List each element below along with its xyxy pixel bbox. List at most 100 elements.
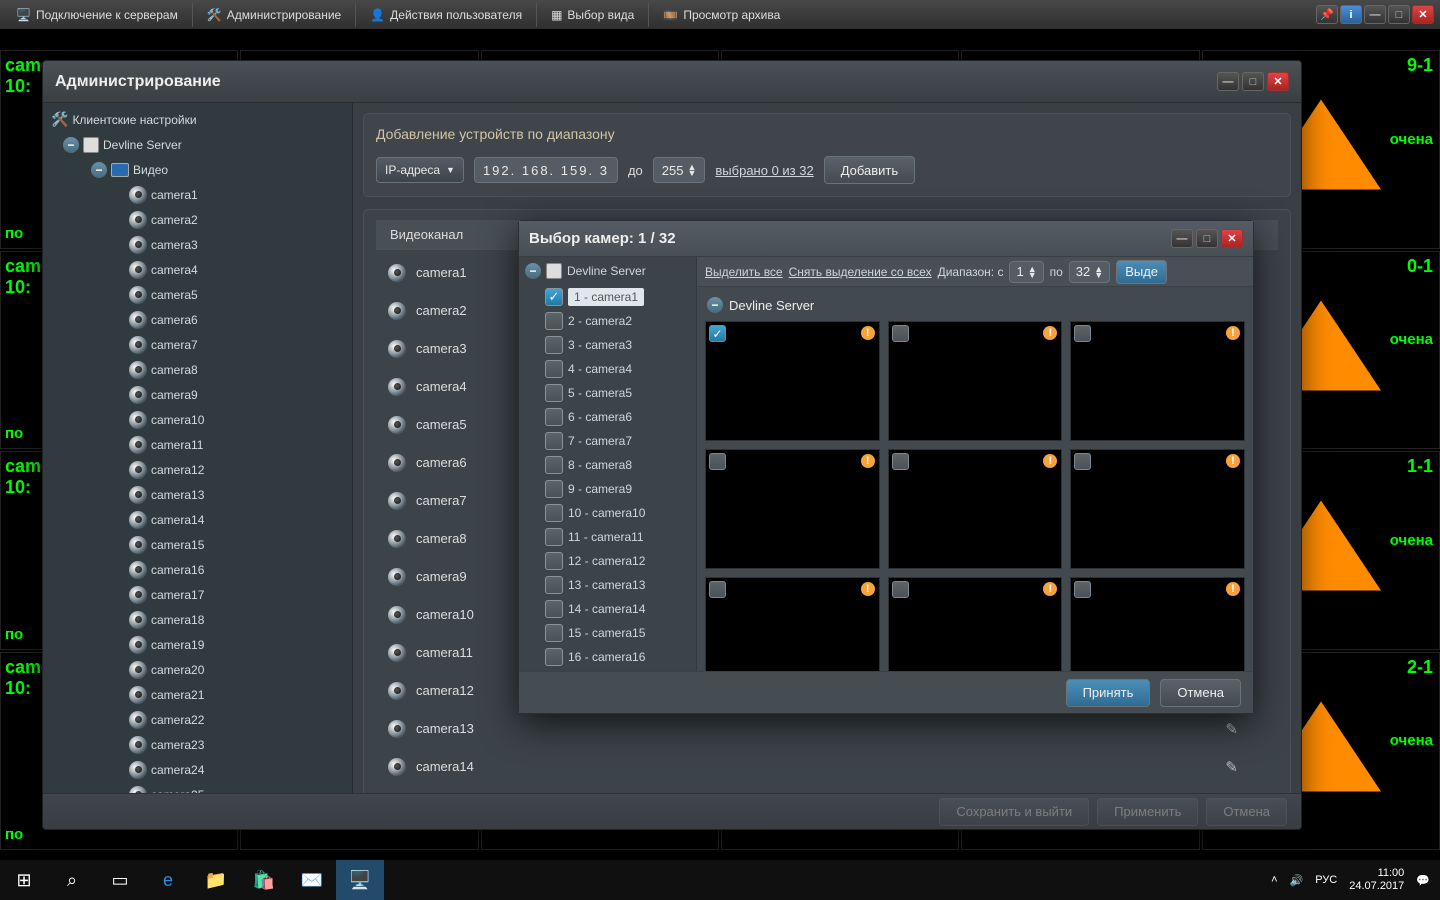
checkbox[interactable] bbox=[545, 360, 563, 378]
checkbox[interactable] bbox=[545, 624, 563, 642]
tree-camera-item[interactable]: camera4 bbox=[43, 257, 352, 282]
add-button[interactable]: Добавить bbox=[824, 156, 915, 184]
dialog-minimize[interactable]: — bbox=[1171, 229, 1193, 248]
preview-checkbox[interactable] bbox=[709, 453, 726, 470]
tree-camera-item[interactable]: camera22 bbox=[43, 707, 352, 732]
admin-close[interactable]: ✕ bbox=[1267, 72, 1289, 91]
clock[interactable]: 11:0024.07.2017 bbox=[1349, 867, 1404, 893]
menu-admin[interactable]: 🛠️Администрирование bbox=[197, 2, 351, 28]
camera-checkbox-row[interactable]: 4 - camera4 bbox=[519, 357, 696, 381]
ip-to-spinner[interactable]: 255▲▼ bbox=[653, 157, 706, 183]
camera-preview[interactable]: ! bbox=[888, 449, 1063, 569]
checkbox[interactable] bbox=[545, 576, 563, 594]
preview-server-header[interactable]: −Devline Server bbox=[707, 297, 1245, 313]
range-from-spinner[interactable]: 1▲▼ bbox=[1009, 261, 1043, 283]
tree-camera-item[interactable]: camera14 bbox=[43, 507, 352, 532]
checkbox[interactable] bbox=[545, 480, 563, 498]
preview-checkbox[interactable] bbox=[892, 581, 909, 598]
notifications-icon[interactable]: 💬 bbox=[1416, 874, 1430, 887]
preview-checkbox[interactable] bbox=[1074, 581, 1091, 598]
tree-video[interactable]: −Видео bbox=[43, 157, 352, 182]
camera-checkbox-row[interactable]: 2 - camera2 bbox=[519, 309, 696, 333]
camera-checkbox-row[interactable]: 14 - camera14 bbox=[519, 597, 696, 621]
tray-expand-icon[interactable]: ˄ bbox=[1271, 874, 1277, 886]
maximize-button[interactable]: □ bbox=[1388, 5, 1410, 24]
checkbox[interactable] bbox=[545, 504, 563, 522]
search-button[interactable]: ⌕ bbox=[48, 860, 96, 900]
tree-camera-item[interactable]: camera10 bbox=[43, 407, 352, 432]
tree-camera-item[interactable]: camera8 bbox=[43, 357, 352, 382]
cancel-button[interactable]: Отмена bbox=[1160, 679, 1241, 707]
tree-camera-item[interactable]: camera5 bbox=[43, 282, 352, 307]
tree-camera-item[interactable]: camera12 bbox=[43, 457, 352, 482]
camera-checkbox-row[interactable]: 3 - camera3 bbox=[519, 333, 696, 357]
preview-checkbox[interactable]: ✓ bbox=[709, 325, 726, 342]
checkbox[interactable]: ✓ bbox=[545, 288, 563, 306]
address-mode-dropdown[interactable]: IP-адреса▼ bbox=[376, 157, 464, 183]
menu-archive[interactable]: 🎞️Просмотр архива bbox=[653, 2, 790, 28]
pin-button[interactable]: 📌 bbox=[1316, 5, 1338, 24]
channel-row[interactable]: camera13✎ bbox=[376, 710, 1278, 748]
checkbox[interactable] bbox=[545, 552, 563, 570]
admin-minimize[interactable]: — bbox=[1217, 72, 1239, 91]
camera-checkbox-row[interactable]: 6 - camera6 bbox=[519, 405, 696, 429]
checkbox[interactable] bbox=[545, 384, 563, 402]
mail-icon[interactable]: ✉️ bbox=[288, 860, 336, 900]
camera-preview[interactable]: ! bbox=[1070, 321, 1245, 441]
pencil-icon[interactable]: ✎ bbox=[1225, 720, 1238, 738]
taskview-button[interactable]: ▭ bbox=[96, 860, 144, 900]
tree-camera-item[interactable]: camera15 bbox=[43, 532, 352, 557]
camera-checkbox-row[interactable]: 15 - camera15 bbox=[519, 621, 696, 645]
preview-checkbox[interactable] bbox=[709, 581, 726, 598]
menu-connect[interactable]: 🖥️Подключение к серверам bbox=[6, 2, 188, 28]
app-taskbar-icon[interactable]: 🖥️ bbox=[336, 860, 384, 900]
select-all-link[interactable]: Выделить все bbox=[705, 265, 783, 279]
tree-camera-item[interactable]: camera21 bbox=[43, 682, 352, 707]
menu-user-actions[interactable]: 👤Действия пользователя bbox=[360, 2, 532, 28]
camera-checkbox-row[interactable]: 10 - camera10 bbox=[519, 501, 696, 525]
checkbox[interactable] bbox=[545, 648, 563, 666]
save-exit-button[interactable]: Сохранить и выйти bbox=[939, 798, 1089, 826]
select-range-button[interactable]: Выде bbox=[1116, 260, 1167, 284]
tree-server[interactable]: −Devline Server bbox=[43, 132, 352, 157]
selected-count-link[interactable]: выбрано 0 из 32 bbox=[715, 163, 813, 178]
collapse-icon[interactable]: − bbox=[707, 297, 723, 313]
checkbox[interactable] bbox=[545, 456, 563, 474]
camera-checkbox-row[interactable]: 9 - camera9 bbox=[519, 477, 696, 501]
close-button[interactable]: ✕ bbox=[1412, 5, 1434, 24]
checkbox[interactable] bbox=[545, 336, 563, 354]
apply-button[interactable]: Применить bbox=[1097, 798, 1198, 826]
range-to-spinner[interactable]: 32▲▼ bbox=[1069, 261, 1110, 283]
deselect-all-link[interactable]: Снять выделение со всех bbox=[789, 265, 932, 279]
menu-view[interactable]: ▦Выбор вида bbox=[541, 2, 644, 28]
tree-camera-item[interactable]: camera24 bbox=[43, 757, 352, 782]
lang-indicator[interactable]: РУС bbox=[1315, 874, 1337, 886]
camera-preview[interactable]: ! bbox=[888, 577, 1063, 671]
collapse-icon[interactable]: − bbox=[525, 263, 541, 279]
preview-checkbox[interactable] bbox=[892, 453, 909, 470]
tree-client-settings[interactable]: 🛠️Клиентские настройки bbox=[43, 107, 352, 132]
camera-preview[interactable]: ! bbox=[705, 577, 880, 671]
volume-icon[interactable]: 🔊 bbox=[1290, 874, 1304, 887]
collapse-icon[interactable]: − bbox=[91, 162, 107, 178]
minimize-button[interactable]: — bbox=[1364, 5, 1386, 24]
checkbox[interactable] bbox=[545, 312, 563, 330]
camera-checkbox-row[interactable]: 8 - camera8 bbox=[519, 453, 696, 477]
admin-maximize[interactable]: □ bbox=[1242, 72, 1264, 91]
explorer-icon[interactable]: 📁 bbox=[192, 860, 240, 900]
pencil-icon[interactable]: ✎ bbox=[1225, 758, 1238, 776]
camera-checkbox-row[interactable]: 11 - camera11 bbox=[519, 525, 696, 549]
camera-checkbox-row[interactable]: 13 - camera13 bbox=[519, 573, 696, 597]
tree-camera-item[interactable]: camera19 bbox=[43, 632, 352, 657]
tree-camera-item[interactable]: camera2 bbox=[43, 207, 352, 232]
tree-server-row[interactable]: −Devline Server bbox=[519, 257, 696, 285]
tree-camera-item[interactable]: camera23 bbox=[43, 732, 352, 757]
tree-camera-item[interactable]: camera16 bbox=[43, 557, 352, 582]
checkbox[interactable] bbox=[545, 408, 563, 426]
camera-checkbox-row[interactable]: ✓1 - camera1 bbox=[519, 285, 696, 309]
ip-from-input[interactable]: 192. 168. 159. 3 bbox=[474, 157, 618, 183]
tree-camera-item[interactable]: camera3 bbox=[43, 232, 352, 257]
camera-preview[interactable]: ! bbox=[705, 449, 880, 569]
cancel-button[interactable]: Отмена bbox=[1206, 798, 1287, 826]
tree-camera-item[interactable]: camera6 bbox=[43, 307, 352, 332]
